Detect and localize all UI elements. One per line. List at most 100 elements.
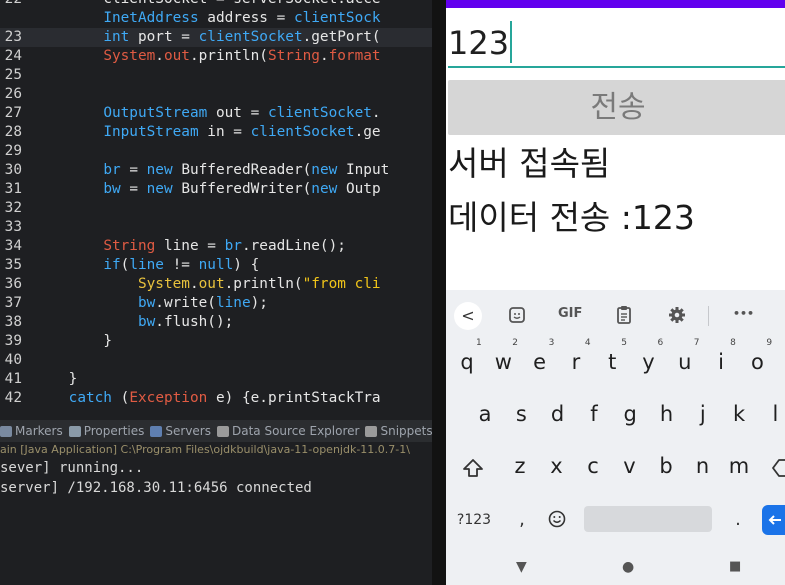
code-line: 22 clientSocket = serverSocket.acce [0,0,432,9]
code-text: InetAddress address = clientSock [103,10,381,26]
gif-button[interactable]: GIF [558,306,582,321]
view-tab[interactable]: Servers [150,424,211,438]
key-x[interactable]: x [540,446,574,486]
code-line: 41 } [0,370,432,389]
message-input[interactable]: 123 [448,17,785,69]
key-e[interactable]: e3 [523,338,557,382]
line-number: 40 [4,352,22,368]
sticker-icon[interactable] [508,306,526,324]
key-b[interactable]: b [649,446,683,486]
key-r[interactable]: r4 [559,338,593,382]
key-o[interactable]: o9 [740,338,774,382]
code-line: 29 [0,142,432,161]
enter-arrow-icon [768,515,781,525]
key-q[interactable]: q1 [450,338,484,382]
code-text: String line = br.readLine(); [103,238,346,254]
send-button[interactable]: 전송 [448,80,785,135]
key-h[interactable]: h [650,394,684,434]
ide-window: 22 clientSocket = serverSocket.acce Inet… [0,0,432,585]
shift-icon[interactable] [462,458,484,478]
view-tab[interactable]: Snippets [365,424,432,438]
soft-keyboard: < GIF ••• q 1 w 2 e 3 r 4 t 5 y 6 u 7 i … [446,290,785,553]
clipboard-icon[interactable] [616,305,632,325]
line-number: 39 [4,333,22,349]
code-text: catch (Exception e) {e.printStackTra [68,390,381,406]
line-number: 30 [4,162,22,178]
line-number: 26 [4,86,22,102]
keyboard-row-3: zxcvbnm [446,446,785,496]
key-hint: 5 [621,338,627,348]
key-j[interactable]: j [686,394,720,434]
line-number: 42 [4,390,22,406]
view-tab[interactable]: Data Source Explorer [217,424,359,438]
gear-icon[interactable] [668,306,686,324]
key-z[interactable]: z [503,446,537,486]
key-m[interactable]: m [722,446,756,486]
code-text: bw.flush(); [137,314,234,330]
servers-icon [150,425,163,437]
line-number: 27 [4,105,22,121]
key-i[interactable]: i8 [704,338,738,382]
code-editor[interactable]: 22 clientSocket = serverSocket.acce Inet… [0,0,432,413]
nav-home-icon[interactable]: ● [622,559,634,575]
nav-recent-icon[interactable]: ■ [729,559,741,574]
enter-key[interactable] [762,505,785,535]
key-k[interactable]: k [722,394,756,434]
key-v[interactable]: v [613,446,647,486]
status-message-data-sent: 데이터 전송 :123 [448,198,695,237]
space-key[interactable] [584,506,712,532]
line-number: 38 [4,314,22,330]
android-emulator: 123 전송 서버 접속됨 데이터 전송 :123 < GIF ••• q 1 … [446,0,785,585]
comma-key[interactable]: , [512,500,532,540]
emoji-icon[interactable] [548,510,566,528]
key-n[interactable]: n [686,446,720,486]
code-line: 26 [0,85,432,104]
more-options-button[interactable]: ••• [733,307,754,320]
line-number: 25 [4,67,22,83]
line-number: 31 [4,181,22,197]
key-g[interactable]: g [613,394,647,434]
line-number: 24 [4,48,22,64]
input-underline [448,66,785,68]
key-y[interactable]: y6 [632,338,666,382]
code-text: int port = clientSocket.getPort( [103,29,381,45]
key-a[interactable]: a [468,394,502,434]
code-line: 38 bw.flush(); [0,313,432,332]
message-input-value: 123 [448,24,510,62]
key-l[interactable]: l [758,394,785,434]
key-u[interactable]: u7 [668,338,702,382]
keyboard-row-1: q1w2e3r4t5y6u7i8o9 [446,338,785,392]
view-tab[interactable]: Properties [68,424,144,438]
keyboard-back-button[interactable]: < [454,302,482,330]
code-line: 35 if(line != null) { [0,256,432,275]
view-tab-label: Markers [15,424,63,438]
line-number: 33 [4,219,22,235]
status-message-connected: 서버 접속됨 [448,144,611,183]
symbols-key[interactable]: ?123 [454,500,494,540]
status-bar [446,0,785,8]
window-divider [432,0,446,585]
key-hint: 9 [766,338,773,348]
view-tab-label: Servers [165,424,211,438]
key-d[interactable]: d [541,394,575,434]
code-line: 30 br = new BufferedReader(new Input [0,161,432,180]
key-hint: 6 [657,338,664,348]
key-w[interactable]: w2 [486,338,520,382]
console-output[interactable]: sever] running... server] /192.168.30.11… [0,458,432,585]
keyboard-toolbar: < GIF ••• [446,290,785,340]
key-f[interactable]: f [577,394,611,434]
code-line: 23 int port = clientSocket.getPort( [0,28,432,47]
key-t[interactable]: t5 [595,338,629,382]
navigation-bar: ▼ ● ■ [446,553,785,585]
code-line: 32 [0,199,432,218]
code-line: 28 InputStream in = clientSocket.ge [0,123,432,142]
code-text: InputStream in = clientSocket.ge [103,124,381,140]
code-line: 37 bw.write(line); [0,294,432,313]
key-s[interactable]: s [504,394,538,434]
view-tab[interactable]: Markers [0,424,63,438]
key-hint: 4 [584,338,591,348]
key-c[interactable]: c [576,446,610,486]
nav-back-icon[interactable]: ▼ [516,559,527,575]
period-key[interactable]: . [730,500,746,540]
backspace-icon[interactable] [772,459,785,477]
